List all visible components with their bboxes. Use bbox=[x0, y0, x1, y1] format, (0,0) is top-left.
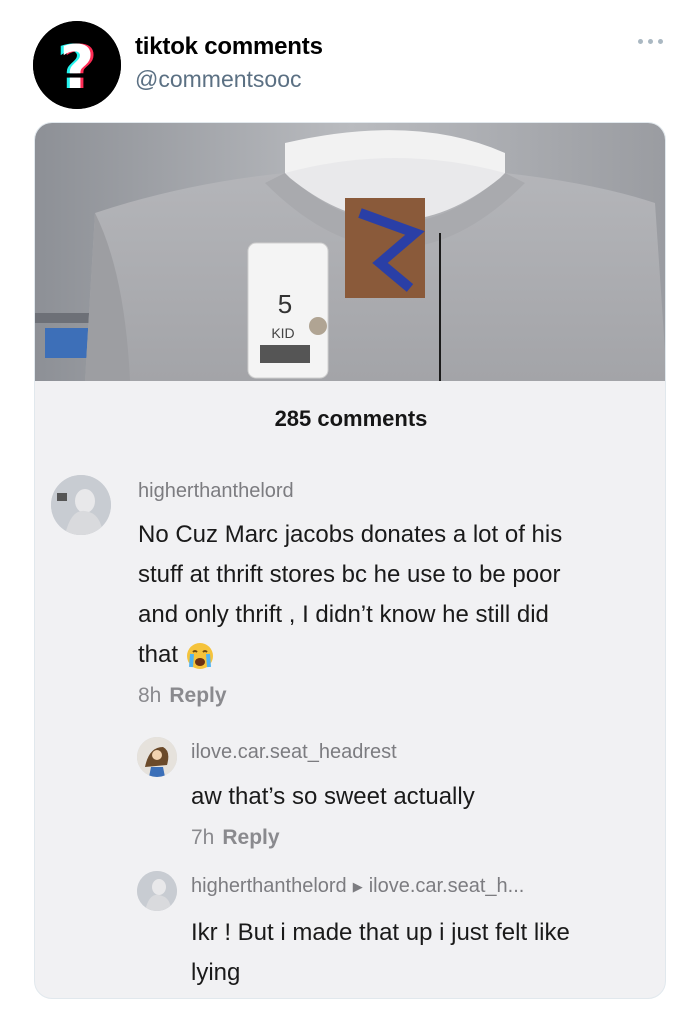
comment-text: Ikr ! But i made that up i just felt lik… bbox=[191, 919, 570, 986]
commenter-avatar bbox=[137, 871, 177, 911]
price-tag-label: KID bbox=[271, 325, 294, 341]
tweet-media-image[interactable]: 5 KID 285 comments higherthanthelord No … bbox=[34, 122, 666, 999]
comment-username: higherthanthelord ▶ ilove.car.seat_h... bbox=[191, 875, 524, 898]
comment-time: 8h bbox=[138, 684, 162, 707]
comment-count: 285 comments bbox=[274, 406, 428, 431]
comment-username[interactable]: higherthanthelord bbox=[138, 480, 294, 503]
comment-meta: 8h Reply bbox=[138, 684, 227, 708]
price-tag-number: 5 bbox=[278, 289, 292, 319]
comment-meta: 7h Reply bbox=[191, 826, 280, 850]
comment-username[interactable]: ilove.car.seat_headrest bbox=[191, 741, 397, 764]
comment-text: No Cuz Marc jacobs donates a lot of his … bbox=[138, 515, 658, 675]
commenter-avatar bbox=[51, 475, 111, 535]
reply-button[interactable]: Reply bbox=[222, 826, 279, 849]
reply-button[interactable]: Reply bbox=[169, 684, 226, 707]
more-options-icon[interactable] bbox=[638, 34, 666, 48]
comment-username-link[interactable]: higherthanthelord bbox=[191, 875, 347, 897]
account-display-name[interactable]: tiktok comments bbox=[135, 33, 323, 61]
reply-to-username[interactable]: ilove.car.seat_h... bbox=[369, 875, 525, 897]
account-avatar[interactable]: ? ? ? bbox=[33, 21, 121, 109]
commenter-avatar bbox=[137, 737, 177, 777]
comment-time: 7h bbox=[191, 826, 215, 849]
reply-arrow-icon: ▶ bbox=[352, 878, 363, 894]
svg-text:?: ? bbox=[60, 33, 95, 103]
account-handle[interactable]: @commentsooc bbox=[135, 66, 302, 93]
sweater-photo: 5 KID bbox=[35, 123, 665, 381]
comment-text: aw that’s so sweet actually bbox=[191, 783, 475, 810]
crying-face-icon bbox=[186, 642, 213, 669]
question-mark-icon: ? ? ? bbox=[33, 21, 121, 109]
